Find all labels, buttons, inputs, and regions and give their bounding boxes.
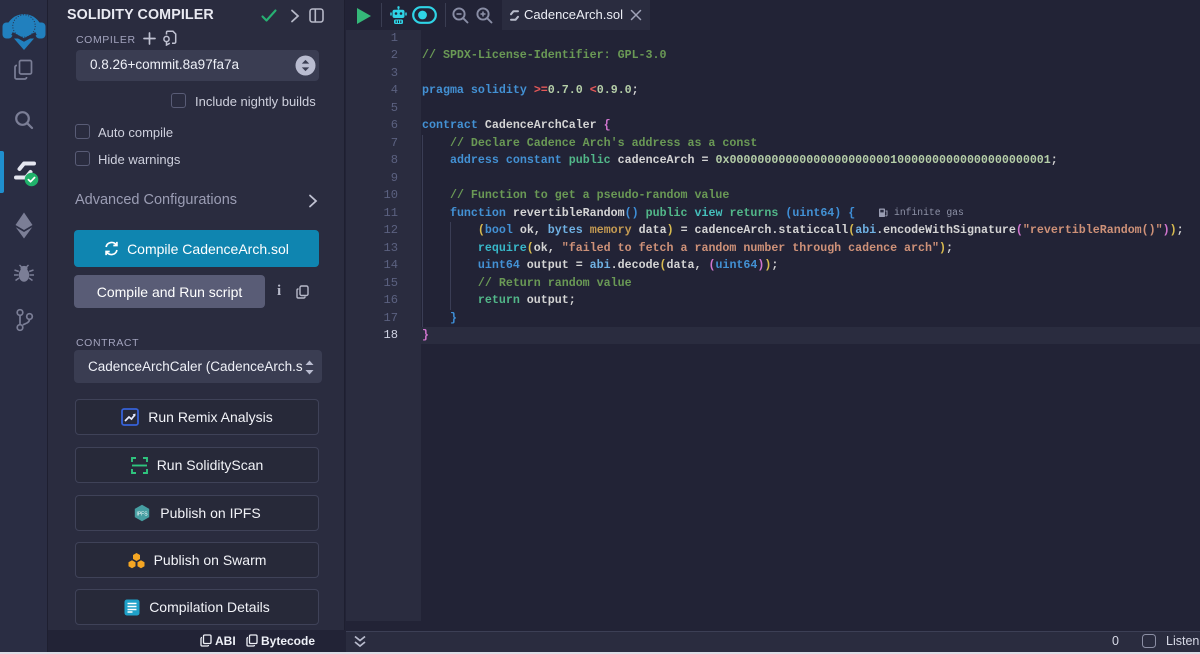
- svg-text:IPFS: IPFS: [137, 511, 149, 517]
